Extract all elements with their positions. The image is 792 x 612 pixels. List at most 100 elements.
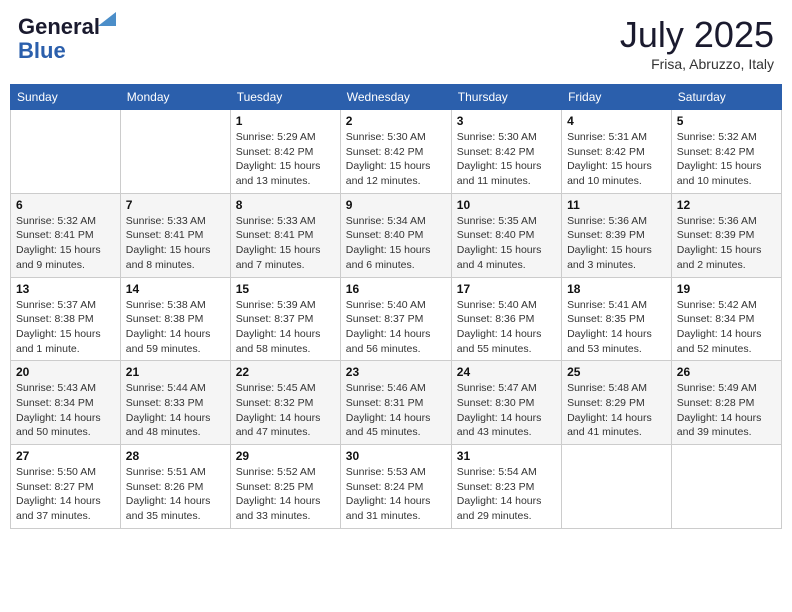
day-number: 4 (567, 114, 666, 128)
calendar-cell: 26 Sunrise: 5:49 AM Sunset: 8:28 PM Dayli… (671, 361, 781, 445)
logo: General Blue (18, 14, 100, 64)
day-number: 26 (677, 365, 776, 379)
calendar-cell: 15 Sunrise: 5:39 AM Sunset: 8:37 PM Dayli… (230, 277, 340, 361)
day-number: 31 (457, 449, 556, 463)
calendar-cell: 20 Sunrise: 5:43 AM Sunset: 8:34 PM Dayli… (11, 361, 121, 445)
day-detail: Sunrise: 5:40 AM Sunset: 8:37 PM Dayligh… (346, 298, 446, 357)
calendar-cell: 23 Sunrise: 5:46 AM Sunset: 8:31 PM Dayli… (340, 361, 451, 445)
day-number: 13 (16, 282, 115, 296)
day-detail: Sunrise: 5:29 AM Sunset: 8:42 PM Dayligh… (236, 130, 335, 189)
day-detail: Sunrise: 5:35 AM Sunset: 8:40 PM Dayligh… (457, 214, 556, 273)
calendar-header-row: SundayMondayTuesdayWednesdayThursdayFrid… (11, 85, 782, 110)
calendar-cell: 8Sunrise: 5:33 AM Sunset: 8:41 PM Daylig… (230, 193, 340, 277)
day-detail: Sunrise: 5:32 AM Sunset: 8:41 PM Dayligh… (16, 214, 115, 273)
day-number: 15 (236, 282, 335, 296)
logo-blue: Blue (18, 38, 66, 64)
day-number: 3 (457, 114, 556, 128)
calendar-cell (671, 445, 781, 529)
day-detail: Sunrise: 5:44 AM Sunset: 8:33 PM Dayligh… (126, 381, 225, 440)
day-detail: Sunrise: 5:31 AM Sunset: 8:42 PM Dayligh… (567, 130, 666, 189)
location-subtitle: Frisa, Abruzzo, Italy (620, 56, 774, 72)
calendar-week-row: 20 Sunrise: 5:43 AM Sunset: 8:34 PM Dayli… (11, 361, 782, 445)
calendar-cell: 16 Sunrise: 5:40 AM Sunset: 8:37 PM Dayli… (340, 277, 451, 361)
day-number: 12 (677, 198, 776, 212)
day-detail: Sunrise: 5:33 AM Sunset: 8:41 PM Dayligh… (126, 214, 225, 273)
calendar-week-row: 1 Sunrise: 5:29 AM Sunset: 8:42 PM Daylig… (11, 110, 782, 194)
day-detail: Sunrise: 5:36 AM Sunset: 8:39 PM Dayligh… (677, 214, 776, 273)
calendar-cell: 22 Sunrise: 5:45 AM Sunset: 8:32 PM Dayli… (230, 361, 340, 445)
calendar-cell: 14Sunrise: 5:38 AM Sunset: 8:38 PM Dayli… (120, 277, 230, 361)
calendar-cell: 17 Sunrise: 5:40 AM Sunset: 8:36 PM Dayli… (451, 277, 561, 361)
day-detail: Sunrise: 5:50 AM Sunset: 8:27 PM Dayligh… (16, 465, 115, 524)
calendar-cell: 12 Sunrise: 5:36 AM Sunset: 8:39 PM Dayli… (671, 193, 781, 277)
calendar-cell (562, 445, 672, 529)
col-header-tuesday: Tuesday (230, 85, 340, 110)
day-detail: Sunrise: 5:36 AM Sunset: 8:39 PM Dayligh… (567, 214, 666, 273)
calendar-cell: 30Sunrise: 5:53 AM Sunset: 8:24 PM Dayli… (340, 445, 451, 529)
calendar-cell: 27 Sunrise: 5:50 AM Sunset: 8:27 PM Dayli… (11, 445, 121, 529)
day-number: 6 (16, 198, 115, 212)
calendar-cell: 29 Sunrise: 5:52 AM Sunset: 8:25 PM Dayli… (230, 445, 340, 529)
col-header-saturday: Saturday (671, 85, 781, 110)
day-number: 5 (677, 114, 776, 128)
day-number: 8 (236, 198, 335, 212)
day-number: 27 (16, 449, 115, 463)
col-header-wednesday: Wednesday (340, 85, 451, 110)
col-header-monday: Monday (120, 85, 230, 110)
col-header-thursday: Thursday (451, 85, 561, 110)
calendar-week-row: 27 Sunrise: 5:50 AM Sunset: 8:27 PM Dayli… (11, 445, 782, 529)
day-detail: Sunrise: 5:47 AM Sunset: 8:30 PM Dayligh… (457, 381, 556, 440)
calendar-cell: 3Sunrise: 5:30 AM Sunset: 8:42 PM Daylig… (451, 110, 561, 194)
day-detail: Sunrise: 5:43 AM Sunset: 8:34 PM Dayligh… (16, 381, 115, 440)
calendar-week-row: 13 Sunrise: 5:37 AM Sunset: 8:38 PM Dayli… (11, 277, 782, 361)
calendar-table: SundayMondayTuesdayWednesdayThursdayFrid… (10, 84, 782, 529)
day-number: 23 (346, 365, 446, 379)
calendar-cell (11, 110, 121, 194)
day-detail: Sunrise: 5:39 AM Sunset: 8:37 PM Dayligh… (236, 298, 335, 357)
day-number: 7 (126, 198, 225, 212)
calendar-cell: 19 Sunrise: 5:42 AM Sunset: 8:34 PM Dayli… (671, 277, 781, 361)
day-number: 19 (677, 282, 776, 296)
day-detail: Sunrise: 5:52 AM Sunset: 8:25 PM Dayligh… (236, 465, 335, 524)
day-detail: Sunrise: 5:45 AM Sunset: 8:32 PM Dayligh… (236, 381, 335, 440)
calendar-cell: 31 Sunrise: 5:54 AM Sunset: 8:23 PM Dayli… (451, 445, 561, 529)
day-detail: Sunrise: 5:30 AM Sunset: 8:42 PM Dayligh… (346, 130, 446, 189)
calendar-cell: 21 Sunrise: 5:44 AM Sunset: 8:33 PM Dayli… (120, 361, 230, 445)
calendar-cell: 5 Sunrise: 5:32 AM Sunset: 8:42 PM Daylig… (671, 110, 781, 194)
day-detail: Sunrise: 5:34 AM Sunset: 8:40 PM Dayligh… (346, 214, 446, 273)
calendar-cell: 18 Sunrise: 5:41 AM Sunset: 8:35 PM Dayli… (562, 277, 672, 361)
day-detail: Sunrise: 5:51 AM Sunset: 8:26 PM Dayligh… (126, 465, 225, 524)
calendar-cell: 7 Sunrise: 5:33 AM Sunset: 8:41 PM Daylig… (120, 193, 230, 277)
day-detail: Sunrise: 5:46 AM Sunset: 8:31 PM Dayligh… (346, 381, 446, 440)
day-number: 16 (346, 282, 446, 296)
day-detail: Sunrise: 5:40 AM Sunset: 8:36 PM Dayligh… (457, 298, 556, 357)
day-detail: Sunrise: 5:32 AM Sunset: 8:42 PM Dayligh… (677, 130, 776, 189)
calendar-cell: 1 Sunrise: 5:29 AM Sunset: 8:42 PM Daylig… (230, 110, 340, 194)
calendar-cell: 6 Sunrise: 5:32 AM Sunset: 8:41 PM Daylig… (11, 193, 121, 277)
day-number: 10 (457, 198, 556, 212)
day-number: 22 (236, 365, 335, 379)
day-detail: Sunrise: 5:41 AM Sunset: 8:35 PM Dayligh… (567, 298, 666, 357)
day-number: 20 (16, 365, 115, 379)
day-number: 30 (346, 449, 446, 463)
month-title: July 2025 (620, 14, 774, 56)
calendar-cell: 28Sunrise: 5:51 AM Sunset: 8:26 PM Dayli… (120, 445, 230, 529)
day-detail: Sunrise: 5:54 AM Sunset: 8:23 PM Dayligh… (457, 465, 556, 524)
day-detail: Sunrise: 5:49 AM Sunset: 8:28 PM Dayligh… (677, 381, 776, 440)
day-number: 11 (567, 198, 666, 212)
day-number: 18 (567, 282, 666, 296)
day-detail: Sunrise: 5:42 AM Sunset: 8:34 PM Dayligh… (677, 298, 776, 357)
day-number: 29 (236, 449, 335, 463)
calendar-cell: 13 Sunrise: 5:37 AM Sunset: 8:38 PM Dayli… (11, 277, 121, 361)
day-number: 1 (236, 114, 335, 128)
day-number: 9 (346, 198, 446, 212)
logo-general: General (18, 14, 100, 39)
calendar-cell: 4 Sunrise: 5:31 AM Sunset: 8:42 PM Daylig… (562, 110, 672, 194)
calendar-cell: 9 Sunrise: 5:34 AM Sunset: 8:40 PM Daylig… (340, 193, 451, 277)
day-number: 2 (346, 114, 446, 128)
day-number: 17 (457, 282, 556, 296)
day-detail: Sunrise: 5:37 AM Sunset: 8:38 PM Dayligh… (16, 298, 115, 357)
day-number: 21 (126, 365, 225, 379)
day-detail: Sunrise: 5:48 AM Sunset: 8:29 PM Dayligh… (567, 381, 666, 440)
title-block: July 2025 Frisa, Abruzzo, Italy (620, 14, 774, 72)
